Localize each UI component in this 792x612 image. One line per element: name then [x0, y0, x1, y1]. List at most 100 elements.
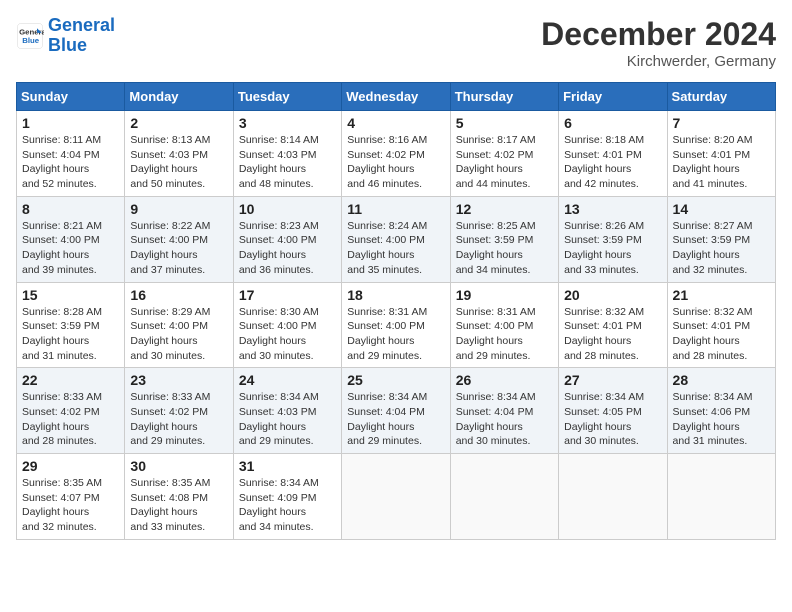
logo-text: GeneralBlue — [48, 16, 115, 56]
calendar-day-cell: 20 Sunrise: 8:32 AM Sunset: 4:01 PM Dayl… — [559, 282, 667, 368]
calendar-week-row: 22 Sunrise: 8:33 AM Sunset: 4:02 PM Dayl… — [17, 368, 776, 454]
calendar-day-cell: 25 Sunrise: 8:34 AM Sunset: 4:04 PM Dayl… — [342, 368, 450, 454]
calendar-day-cell — [450, 454, 558, 540]
calendar-week-row: 15 Sunrise: 8:28 AM Sunset: 3:59 PM Dayl… — [17, 282, 776, 368]
day-number: 9 — [130, 201, 227, 217]
day-info: Sunrise: 8:31 AM Sunset: 4:00 PM Dayligh… — [347, 305, 444, 364]
svg-text:Blue: Blue — [22, 36, 40, 45]
day-info: Sunrise: 8:34 AM Sunset: 4:03 PM Dayligh… — [239, 390, 336, 449]
calendar-day-cell: 11 Sunrise: 8:24 AM Sunset: 4:00 PM Dayl… — [342, 196, 450, 282]
day-info: Sunrise: 8:31 AM Sunset: 4:00 PM Dayligh… — [456, 305, 553, 364]
day-info: Sunrise: 8:32 AM Sunset: 4:01 PM Dayligh… — [673, 305, 770, 364]
day-info: Sunrise: 8:33 AM Sunset: 4:02 PM Dayligh… — [22, 390, 119, 449]
day-info: Sunrise: 8:32 AM Sunset: 4:01 PM Dayligh… — [564, 305, 661, 364]
calendar-day-cell: 14 Sunrise: 8:27 AM Sunset: 3:59 PM Dayl… — [667, 196, 775, 282]
day-info: Sunrise: 8:26 AM Sunset: 3:59 PM Dayligh… — [564, 219, 661, 278]
calendar-day-cell: 27 Sunrise: 8:34 AM Sunset: 4:05 PM Dayl… — [559, 368, 667, 454]
calendar-day-cell — [342, 454, 450, 540]
calendar-day-header: Monday — [125, 83, 233, 111]
day-number: 8 — [22, 201, 119, 217]
calendar-day-cell: 9 Sunrise: 8:22 AM Sunset: 4:00 PM Dayli… — [125, 196, 233, 282]
calendar-day-cell: 13 Sunrise: 8:26 AM Sunset: 3:59 PM Dayl… — [559, 196, 667, 282]
day-info: Sunrise: 8:22 AM Sunset: 4:00 PM Dayligh… — [130, 219, 227, 278]
calendar-day-cell: 30 Sunrise: 8:35 AM Sunset: 4:08 PM Dayl… — [125, 454, 233, 540]
day-number: 18 — [347, 287, 444, 303]
day-info: Sunrise: 8:21 AM Sunset: 4:00 PM Dayligh… — [22, 219, 119, 278]
logo: General Blue GeneralBlue — [16, 16, 115, 56]
day-number: 10 — [239, 201, 336, 217]
calendar-day-cell: 19 Sunrise: 8:31 AM Sunset: 4:00 PM Dayl… — [450, 282, 558, 368]
calendar-day-cell: 5 Sunrise: 8:17 AM Sunset: 4:02 PM Dayli… — [450, 111, 558, 197]
calendar-day-cell: 3 Sunrise: 8:14 AM Sunset: 4:03 PM Dayli… — [233, 111, 341, 197]
day-number: 20 — [564, 287, 661, 303]
day-number: 17 — [239, 287, 336, 303]
day-info: Sunrise: 8:24 AM Sunset: 4:00 PM Dayligh… — [347, 219, 444, 278]
day-number: 6 — [564, 115, 661, 131]
day-info: Sunrise: 8:35 AM Sunset: 4:08 PM Dayligh… — [130, 476, 227, 535]
day-info: Sunrise: 8:11 AM Sunset: 4:04 PM Dayligh… — [22, 133, 119, 192]
day-number: 31 — [239, 458, 336, 474]
calendar-day-header: Friday — [559, 83, 667, 111]
day-number: 11 — [347, 201, 444, 217]
day-number: 7 — [673, 115, 770, 131]
calendar-day-cell: 6 Sunrise: 8:18 AM Sunset: 4:01 PM Dayli… — [559, 111, 667, 197]
day-info: Sunrise: 8:20 AM Sunset: 4:01 PM Dayligh… — [673, 133, 770, 192]
calendar-day-header: Wednesday — [342, 83, 450, 111]
day-number: 12 — [456, 201, 553, 217]
calendar-day-cell: 22 Sunrise: 8:33 AM Sunset: 4:02 PM Dayl… — [17, 368, 125, 454]
day-number: 1 — [22, 115, 119, 131]
day-number: 28 — [673, 372, 770, 388]
calendar-day-cell: 31 Sunrise: 8:34 AM Sunset: 4:09 PM Dayl… — [233, 454, 341, 540]
calendar-table: SundayMondayTuesdayWednesdayThursdayFrid… — [16, 82, 776, 540]
calendar-day-cell: 8 Sunrise: 8:21 AM Sunset: 4:00 PM Dayli… — [17, 196, 125, 282]
day-info: Sunrise: 8:27 AM Sunset: 3:59 PM Dayligh… — [673, 219, 770, 278]
day-info: Sunrise: 8:35 AM Sunset: 4:07 PM Dayligh… — [22, 476, 119, 535]
day-info: Sunrise: 8:34 AM Sunset: 4:04 PM Dayligh… — [347, 390, 444, 449]
day-number: 30 — [130, 458, 227, 474]
day-info: Sunrise: 8:34 AM Sunset: 4:05 PM Dayligh… — [564, 390, 661, 449]
calendar-body: 1 Sunrise: 8:11 AM Sunset: 4:04 PM Dayli… — [17, 111, 776, 540]
day-number: 3 — [239, 115, 336, 131]
day-number: 15 — [22, 287, 119, 303]
calendar-day-cell: 1 Sunrise: 8:11 AM Sunset: 4:04 PM Dayli… — [17, 111, 125, 197]
calendar-day-cell: 23 Sunrise: 8:33 AM Sunset: 4:02 PM Dayl… — [125, 368, 233, 454]
calendar-day-header: Sunday — [17, 83, 125, 111]
calendar-day-cell — [559, 454, 667, 540]
calendar-day-cell: 4 Sunrise: 8:16 AM Sunset: 4:02 PM Dayli… — [342, 111, 450, 197]
title-block: December 2024 Kirchwerder, Germany — [541, 16, 776, 70]
day-number: 22 — [22, 372, 119, 388]
calendar-day-cell: 28 Sunrise: 8:34 AM Sunset: 4:06 PM Dayl… — [667, 368, 775, 454]
day-info: Sunrise: 8:13 AM Sunset: 4:03 PM Dayligh… — [130, 133, 227, 192]
calendar-week-row: 8 Sunrise: 8:21 AM Sunset: 4:00 PM Dayli… — [17, 196, 776, 282]
day-number: 4 — [347, 115, 444, 131]
day-info: Sunrise: 8:34 AM Sunset: 4:06 PM Dayligh… — [673, 390, 770, 449]
calendar-day-cell: 21 Sunrise: 8:32 AM Sunset: 4:01 PM Dayl… — [667, 282, 775, 368]
day-number: 25 — [347, 372, 444, 388]
location: Kirchwerder, Germany — [541, 53, 776, 70]
day-number: 14 — [673, 201, 770, 217]
calendar-day-cell: 16 Sunrise: 8:29 AM Sunset: 4:00 PM Dayl… — [125, 282, 233, 368]
day-number: 24 — [239, 372, 336, 388]
day-info: Sunrise: 8:17 AM Sunset: 4:02 PM Dayligh… — [456, 133, 553, 192]
day-info: Sunrise: 8:18 AM Sunset: 4:01 PM Dayligh… — [564, 133, 661, 192]
day-info: Sunrise: 8:23 AM Sunset: 4:00 PM Dayligh… — [239, 219, 336, 278]
day-number: 16 — [130, 287, 227, 303]
calendar-week-row: 1 Sunrise: 8:11 AM Sunset: 4:04 PM Dayli… — [17, 111, 776, 197]
day-number: 5 — [456, 115, 553, 131]
calendar-day-cell: 18 Sunrise: 8:31 AM Sunset: 4:00 PM Dayl… — [342, 282, 450, 368]
calendar-day-cell — [667, 454, 775, 540]
calendar-day-header: Tuesday — [233, 83, 341, 111]
day-number: 2 — [130, 115, 227, 131]
calendar-week-row: 29 Sunrise: 8:35 AM Sunset: 4:07 PM Dayl… — [17, 454, 776, 540]
day-info: Sunrise: 8:28 AM Sunset: 3:59 PM Dayligh… — [22, 305, 119, 364]
calendar-day-cell: 10 Sunrise: 8:23 AM Sunset: 4:00 PM Dayl… — [233, 196, 341, 282]
day-number: 21 — [673, 287, 770, 303]
day-number: 27 — [564, 372, 661, 388]
calendar-day-cell: 7 Sunrise: 8:20 AM Sunset: 4:01 PM Dayli… — [667, 111, 775, 197]
calendar-day-cell: 24 Sunrise: 8:34 AM Sunset: 4:03 PM Dayl… — [233, 368, 341, 454]
day-info: Sunrise: 8:33 AM Sunset: 4:02 PM Dayligh… — [130, 390, 227, 449]
day-number: 13 — [564, 201, 661, 217]
day-info: Sunrise: 8:34 AM Sunset: 4:09 PM Dayligh… — [239, 476, 336, 535]
calendar-day-cell: 17 Sunrise: 8:30 AM Sunset: 4:00 PM Dayl… — [233, 282, 341, 368]
day-info: Sunrise: 8:29 AM Sunset: 4:00 PM Dayligh… — [130, 305, 227, 364]
